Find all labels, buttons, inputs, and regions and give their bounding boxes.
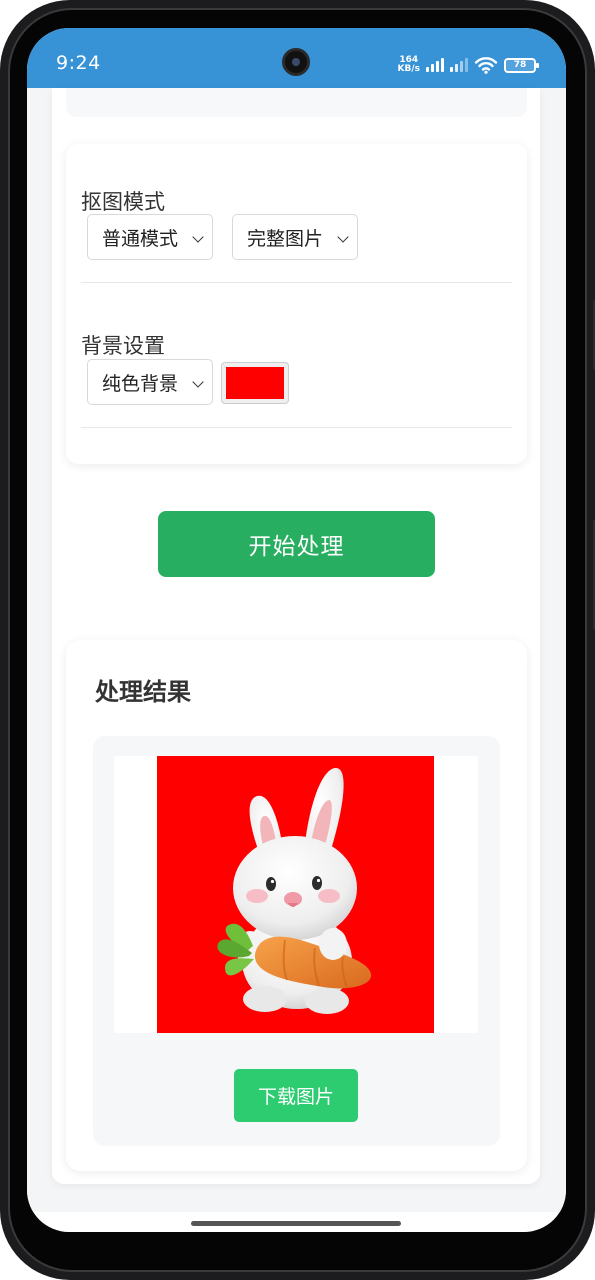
rabbit-icon xyxy=(217,767,372,1014)
output-select-value: 完整图片 xyxy=(247,227,324,250)
mode-select-value: 普通模式 xyxy=(102,227,179,250)
background-type-select[interactable]: 纯色背景 xyxy=(87,359,213,405)
status-time: 9:24 xyxy=(56,52,101,74)
settings-card: 抠图模式 普通模式 完整图片 背景设置 纯色背景 xyxy=(66,144,527,464)
result-title: 处理结果 xyxy=(95,678,191,706)
color-swatch-fill xyxy=(226,367,284,399)
start-processing-button[interactable]: 开始处理 xyxy=(158,511,435,577)
background-type-value: 纯色背景 xyxy=(102,372,179,395)
result-preview: 下载图片 xyxy=(93,736,500,1146)
screen: 9:24 164 KB/s 78 抠图模式 普通模式 完整图片 背景设置 纯色背… xyxy=(27,28,566,1232)
chevron-down-icon xyxy=(192,231,204,243)
result-image-area xyxy=(114,756,478,1033)
network-speed-unit: KB/s xyxy=(397,64,420,74)
network-speed: 164 KB/s xyxy=(398,56,420,74)
mode-select[interactable]: 普通模式 xyxy=(87,214,213,260)
background-settings-label: 背景设置 xyxy=(81,334,165,358)
signal-icon xyxy=(450,58,468,72)
previous-section xyxy=(66,88,527,117)
battery-icon: 78 xyxy=(504,57,539,73)
divider xyxy=(81,282,512,283)
chevron-down-icon xyxy=(192,376,204,388)
result-image xyxy=(157,756,434,1033)
status-icons: 164 KB/s 78 xyxy=(398,53,539,77)
divider xyxy=(81,427,512,428)
phone-frame: 9:24 164 KB/s 78 抠图模式 普通模式 完整图片 背景设置 纯色背… xyxy=(0,0,595,1280)
result-card: 处理结果 下载图片 xyxy=(66,640,527,1171)
matting-mode-label: 抠图模式 xyxy=(81,190,165,214)
chevron-down-icon xyxy=(337,231,349,243)
status-bar: 9:24 164 KB/s 78 xyxy=(27,28,566,88)
download-image-button[interactable]: 下载图片 xyxy=(234,1069,358,1122)
signal-icon xyxy=(426,58,444,72)
battery-level: 78 xyxy=(513,60,527,70)
home-indicator[interactable] xyxy=(191,1221,401,1226)
camera-icon xyxy=(282,48,310,76)
output-select[interactable]: 完整图片 xyxy=(232,214,358,260)
wifi-icon xyxy=(474,57,498,74)
background-color-picker[interactable] xyxy=(221,362,289,404)
